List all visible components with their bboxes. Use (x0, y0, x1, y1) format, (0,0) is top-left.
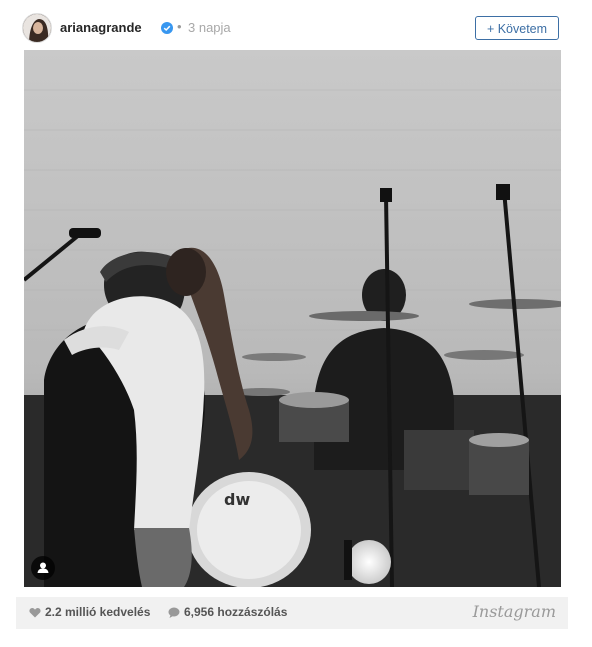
likes-count[interactable]: 2.2 millió kedvelés (29, 605, 150, 621)
post-time[interactable]: 3 napja (188, 20, 231, 35)
comments-count[interactable]: 6,956 hozzászólás (168, 605, 287, 621)
separator-dot: • (177, 19, 182, 34)
comment-bubble-icon (168, 607, 180, 621)
follow-button[interactable]: + Követem (475, 16, 559, 40)
post-photo[interactable]: dw (24, 50, 561, 587)
post-header: arianagrande • 3 napja + Követem (16, 10, 562, 48)
avatar[interactable] (22, 13, 52, 43)
likes-text: 2.2 millió kedvelés (45, 605, 151, 619)
instagram-logo[interactable]: Instagram (473, 602, 556, 621)
comments-text: 6,956 hozzászólás (184, 605, 288, 619)
verified-badge-icon (161, 21, 173, 34)
user-tag-icon[interactable] (31, 556, 55, 580)
post-footer: 2.2 millió kedvelés 6,956 hozzászólás In… (16, 597, 568, 629)
svg-text:dw: dw (224, 490, 250, 509)
heart-icon (29, 607, 41, 621)
username[interactable]: arianagrande (60, 20, 142, 35)
